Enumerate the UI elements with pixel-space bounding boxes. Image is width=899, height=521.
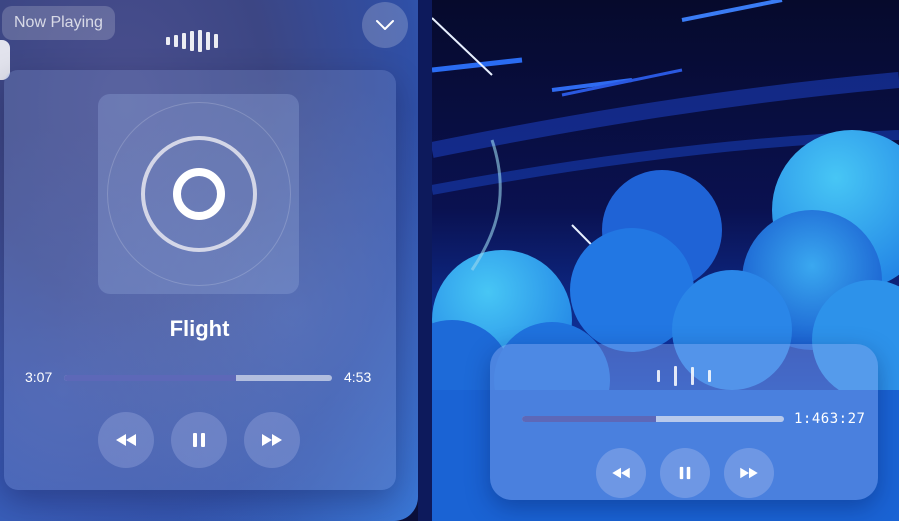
track-title: Flight — [169, 316, 230, 341]
pause-icon — [679, 466, 691, 480]
total-time: 4:53 — [344, 369, 372, 385]
mini-progress-fill — [522, 416, 656, 422]
fast-forward-icon — [262, 434, 282, 446]
vinyl-center — [172, 168, 225, 220]
pause-icon — [193, 433, 205, 447]
progress-bar[interactable] — [64, 375, 332, 381]
fast-forward-icon — [740, 467, 758, 479]
rewind-icon — [612, 467, 630, 479]
app-stage: Now Playing Flight 3:07 4:53 1:463:27 — [0, 0, 899, 521]
panel-divider — [418, 0, 432, 521]
pause-button[interactable] — [171, 412, 227, 468]
now-playing-label: Now Playing — [2, 6, 115, 40]
mini-progress-bar[interactable] — [522, 416, 784, 422]
mini-pause-button[interactable] — [660, 448, 710, 498]
rewind-icon — [116, 434, 136, 446]
forward-button[interactable] — [244, 412, 300, 468]
collapse-button[interactable] — [362, 2, 408, 48]
mini-time-display: 1:463:27 — [794, 411, 866, 427]
album-art — [98, 94, 299, 294]
equalizer-icon — [166, 30, 218, 52]
equalizer-icon — [657, 366, 711, 386]
mini-forward-button[interactable] — [724, 448, 774, 498]
current-time: 3:07 — [25, 369, 53, 385]
progress-fill — [64, 375, 236, 381]
rewind-button[interactable] — [98, 412, 154, 468]
now-playing-panel: Now Playing Flight 3:07 4:53 — [0, 0, 418, 521]
mini-rewind-button[interactable] — [596, 448, 646, 498]
chevron-down-icon — [376, 20, 394, 30]
